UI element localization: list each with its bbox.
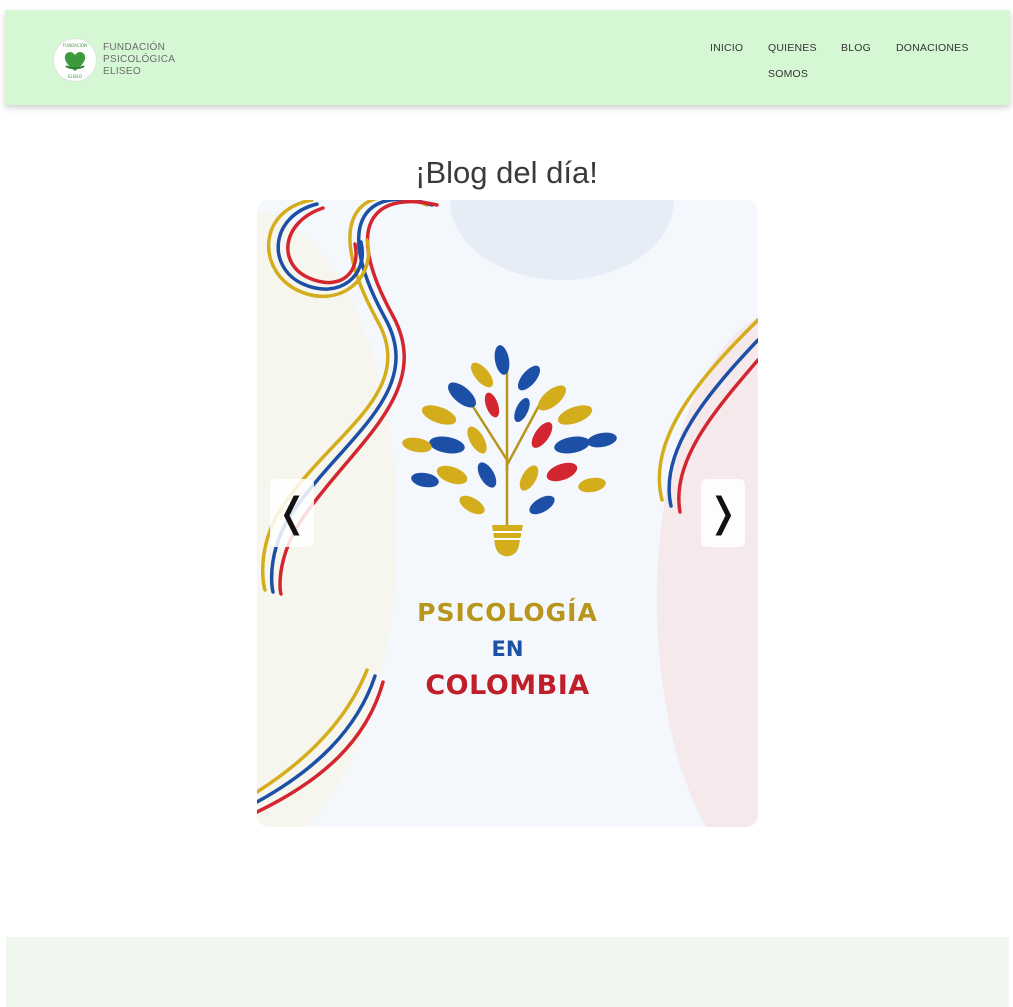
slide-title-line-1: PSICOLOGÍA — [417, 598, 598, 627]
page-title: ¡Blog del día! — [415, 154, 598, 190]
tree-lightbulb-illustration — [402, 345, 617, 557]
svg-text:ELISEO: ELISEO — [68, 74, 82, 79]
slide-title-line-3: COLOMBIA — [425, 670, 590, 701]
logo-line-2: PSICOLÓGICA — [103, 54, 176, 65]
nav-inicio[interactable]: INICIO — [710, 42, 743, 54]
nav-quienes[interactable]: QUIENES — [768, 42, 817, 54]
carousel-prev-button[interactable]: ❬ — [270, 479, 314, 547]
svg-text:FUNDACIÓN: FUNDACIÓN — [63, 43, 87, 48]
carousel-next-button[interactable]: ❭ — [701, 479, 745, 547]
chevron-right-icon: ❭ — [706, 491, 740, 535]
nav-blog[interactable]: BLOG — [841, 42, 871, 54]
heart-hands-logo-icon: FUNDACIÓN ELISEO — [53, 38, 97, 82]
logo-line-1: FUNDACIÓN — [103, 42, 166, 53]
logo[interactable]: FUNDACIÓN ELISEO FUNDACIÓN PSICOLÓGICA E… — [53, 38, 175, 82]
chevron-left-icon: ❬ — [275, 491, 309, 535]
main-nav: INICIO QUIENES SOMOS BLOG DONACIONES — [705, 40, 985, 100]
nav-donaciones[interactable]: DONACIONES — [896, 42, 969, 54]
slide-background — [257, 200, 758, 827]
site-header: FUNDACIÓN ELISEO FUNDACIÓN PSICOLÓGICA E… — [5, 10, 1010, 105]
slide-title-line-2: EN — [491, 637, 524, 661]
site-footer — [6, 937, 1009, 1007]
blog-carousel: PSICOLOGÍA EN COLOMBIA ❬ ❭ — [257, 200, 758, 827]
logo-line-3: ELISEO — [103, 66, 141, 77]
logo-text: FUNDACIÓN PSICOLÓGICA ELISEO — [103, 42, 175, 78]
nav-somos[interactable]: SOMOS — [768, 68, 808, 80]
